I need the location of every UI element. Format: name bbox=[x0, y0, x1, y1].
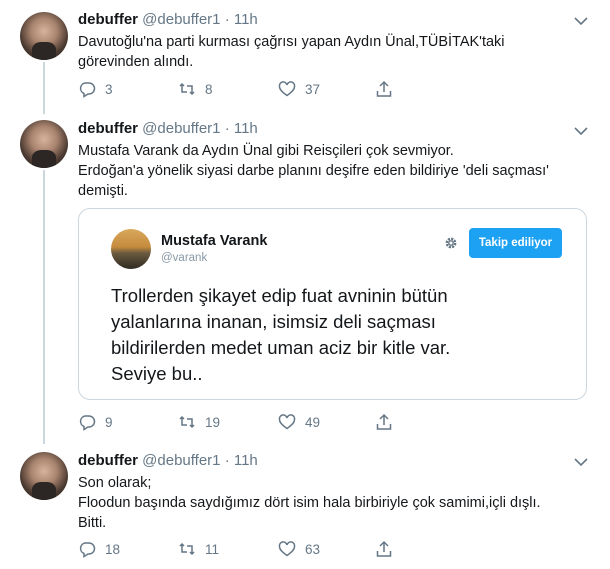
share-button[interactable] bbox=[375, 80, 402, 98]
timestamp[interactable]: 11h bbox=[234, 452, 258, 469]
retweet-button[interactable]: 8 bbox=[178, 80, 213, 98]
caret-down-icon[interactable] bbox=[574, 457, 588, 467]
tweet-text: Davutoğlu'na parti kurması çağrısı yapan… bbox=[78, 32, 583, 72]
quoted-tweet-image[interactable]: Mustafa Varank @varank Takip ediliyor Tr… bbox=[78, 208, 587, 400]
tweet-text-line: görevinden alındı. bbox=[78, 54, 194, 70]
reply-button[interactable]: 3 bbox=[78, 80, 113, 98]
reply-button[interactable]: 18 bbox=[78, 540, 120, 558]
quoted-display-name: Mustafa Varank bbox=[161, 233, 268, 249]
reply-count: 3 bbox=[105, 81, 113, 97]
like-button[interactable]: 37 bbox=[278, 80, 320, 98]
share-button[interactable] bbox=[375, 413, 402, 431]
timestamp[interactable]: 11h bbox=[234, 120, 258, 137]
retweet-button[interactable]: 11 bbox=[178, 540, 219, 558]
like-button[interactable]: 49 bbox=[278, 413, 320, 431]
quoted-user-handle: @varank bbox=[161, 252, 208, 264]
tweet-text-line: Floodun başında saydığımız dört isim hal… bbox=[78, 495, 541, 511]
display-name[interactable]: debuffer bbox=[78, 120, 138, 137]
tweet-text-line: demişti. bbox=[78, 183, 128, 199]
retweet-icon bbox=[179, 542, 195, 556]
avatar[interactable] bbox=[20, 452, 68, 500]
tweet-text-line: Bitti. bbox=[78, 515, 107, 531]
reply-icon bbox=[79, 415, 96, 431]
user-handle[interactable]: @debuffer1 bbox=[142, 120, 220, 137]
tweet-actions: 9 19 49 bbox=[78, 413, 398, 433]
follow-button: Takip ediliyor bbox=[469, 228, 562, 258]
tweet-actions: 3 8 37 bbox=[78, 80, 398, 100]
caret-down-icon[interactable] bbox=[574, 126, 588, 136]
separator-dot: · bbox=[224, 120, 230, 137]
tweet[interactable]: debuffer @debuffer1 · 11h Davutoğlu'na p… bbox=[0, 0, 610, 110]
retweet-icon bbox=[179, 415, 195, 429]
tweet-text: Son olarak; Floodun başında saydığımız d… bbox=[78, 473, 583, 533]
tweet-header: debuffer @debuffer1 · 11h bbox=[78, 451, 258, 471]
share-icon bbox=[376, 540, 392, 557]
tweet-actions: 18 11 63 bbox=[78, 540, 398, 560]
share-button[interactable] bbox=[375, 540, 402, 558]
tweet-text: Mustafa Varank da Aydın Ünal gibi Reisçi… bbox=[78, 141, 583, 201]
retweet-count: 8 bbox=[205, 81, 213, 97]
like-count: 49 bbox=[305, 414, 321, 430]
reply-icon bbox=[79, 82, 96, 98]
reply-count: 18 bbox=[105, 541, 121, 557]
quoted-text-line: Seviye bu.. bbox=[111, 363, 203, 384]
avatar[interactable] bbox=[20, 12, 68, 60]
tweet-text-line: Son olarak; bbox=[78, 475, 152, 491]
caret-down-icon[interactable] bbox=[574, 16, 588, 26]
like-button[interactable]: 63 bbox=[278, 540, 320, 558]
tweet-header: debuffer @debuffer1 · 11h bbox=[78, 119, 258, 139]
tweet-text-line: Erdoğan'a yönelik siyasi darbe planını d… bbox=[78, 163, 549, 179]
quoted-text-line: Trollerden şikayet edip fuat avninin büt… bbox=[111, 285, 448, 306]
timestamp[interactable]: 11h bbox=[234, 11, 258, 28]
reply-count: 9 bbox=[105, 414, 113, 430]
retweet-icon bbox=[179, 82, 195, 96]
reply-button[interactable]: 9 bbox=[78, 413, 113, 431]
avatar[interactable] bbox=[20, 120, 68, 168]
share-icon bbox=[376, 80, 392, 97]
tweet-text-line: Davutoğlu'na parti kurması çağrısı yapan… bbox=[78, 34, 505, 50]
tweet[interactable]: debuffer @debuffer1 · 11h Son olarak; Fl… bbox=[0, 440, 610, 569]
quoted-text-line: yalanlarına inanan, isimsiz deli saçması bbox=[111, 311, 436, 332]
like-icon bbox=[278, 414, 296, 430]
share-icon bbox=[376, 413, 392, 430]
user-handle[interactable]: @debuffer1 bbox=[142, 11, 220, 28]
like-count: 63 bbox=[305, 541, 321, 557]
reply-icon bbox=[79, 542, 96, 558]
user-handle[interactable]: @debuffer1 bbox=[142, 452, 220, 469]
display-name[interactable]: debuffer bbox=[78, 452, 138, 469]
gear-icon bbox=[445, 237, 457, 249]
display-name[interactable]: debuffer bbox=[78, 11, 138, 28]
retweet-button[interactable]: 19 bbox=[178, 413, 220, 431]
retweet-count: 19 bbox=[205, 414, 221, 430]
tweet-header: debuffer @debuffer1 · 11h bbox=[78, 10, 258, 30]
like-icon bbox=[278, 541, 296, 557]
retweet-count: 11 bbox=[205, 541, 220, 557]
quoted-avatar bbox=[111, 229, 151, 269]
quoted-text-line: bildirilerden medet uman aciz bir kitle … bbox=[111, 337, 451, 358]
like-count: 37 bbox=[305, 81, 321, 97]
quoted-text: Trollerden şikayet edip fuat avninin büt… bbox=[111, 283, 571, 387]
separator-dot: · bbox=[224, 452, 230, 469]
like-icon bbox=[278, 81, 296, 97]
tweet-text-line: Mustafa Varank da Aydın Ünal gibi Reisçi… bbox=[78, 143, 454, 159]
separator-dot: · bbox=[224, 11, 230, 28]
